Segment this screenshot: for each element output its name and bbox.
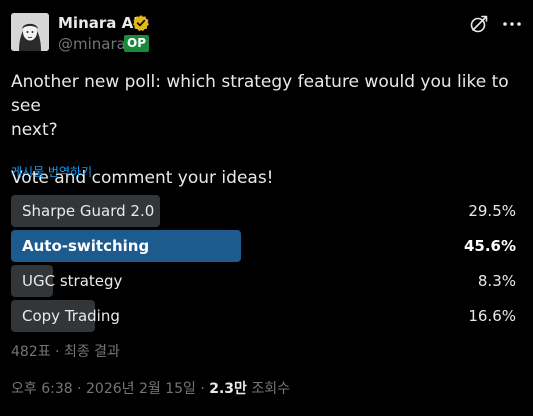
poll-option-label: Auto-switching [22, 237, 150, 255]
poll: Sharpe Guard 2.0 29.5% Auto-switching 45… [11, 195, 516, 335]
poll-option-auto-switching: Auto-switching 45.6% [11, 230, 516, 262]
poll-option-percent: 45.6% [463, 237, 516, 255]
poll-option-ugc-strategy: UGC strategy 8.3% [11, 265, 516, 297]
author-handle[interactable]: @minara [58, 34, 126, 54]
op-badge: OP [124, 35, 149, 52]
grok-icon[interactable] [469, 14, 489, 34]
poll-option-percent: 29.5% [468, 202, 516, 220]
poll-option-label: Copy Trading [22, 307, 120, 325]
views-label: 조회수 [246, 381, 291, 397]
author-display-name[interactable]: Minara AI [58, 13, 139, 33]
views-count: 2.3만 [209, 381, 247, 397]
post-meta: 오후 6:38 · 2026년 2월 15일 · 2.3만 조회수 [11, 380, 290, 398]
verified-badge-icon[interactable] [132, 14, 150, 32]
poll-option-percent: 16.6% [468, 307, 516, 325]
poll-summary: 482표 · 최종 결과 [11, 344, 120, 360]
more-options-icon[interactable] [501, 14, 523, 34]
post-timestamp[interactable]: 오후 6:38 · 2026년 2월 15일 · [11, 381, 209, 397]
author-avatar[interactable] [11, 13, 49, 51]
avatar-illustration-icon [11, 13, 49, 51]
translate-post-link[interactable]: 게시물 번역하기 [11, 163, 92, 181]
poll-option-label: UGC strategy [22, 272, 123, 290]
poll-option-sharpe-guard: Sharpe Guard 2.0 29.5% [11, 195, 516, 227]
post-card: Minara AI @minara OP Another new poll: w… [0, 0, 533, 416]
poll-option-copy-trading: Copy Trading 16.6% [11, 300, 516, 332]
poll-option-percent: 8.3% [477, 272, 516, 290]
poll-option-label: Sharpe Guard 2.0 [22, 202, 155, 220]
